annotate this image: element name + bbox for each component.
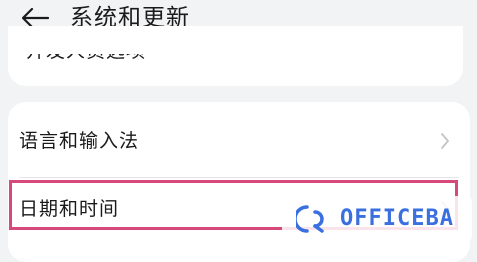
watermark-logo-icon: [296, 205, 324, 233]
list-item-language-input[interactable]: 语言和输入法: [8, 112, 470, 172]
settings-card-top: 开发人员选项: [8, 26, 463, 86]
partial-list-item[interactable]: 开发人员选项: [26, 54, 166, 62]
divider: [19, 177, 459, 178]
watermark: OFFICEBA: [282, 196, 472, 242]
partial-item-label: 开发人员选项: [26, 54, 166, 62]
list-item-label: 语言和输入法: [19, 130, 140, 152]
chevron-right-icon: [441, 133, 449, 149]
watermark-text: OFFICEBA: [340, 206, 454, 231]
